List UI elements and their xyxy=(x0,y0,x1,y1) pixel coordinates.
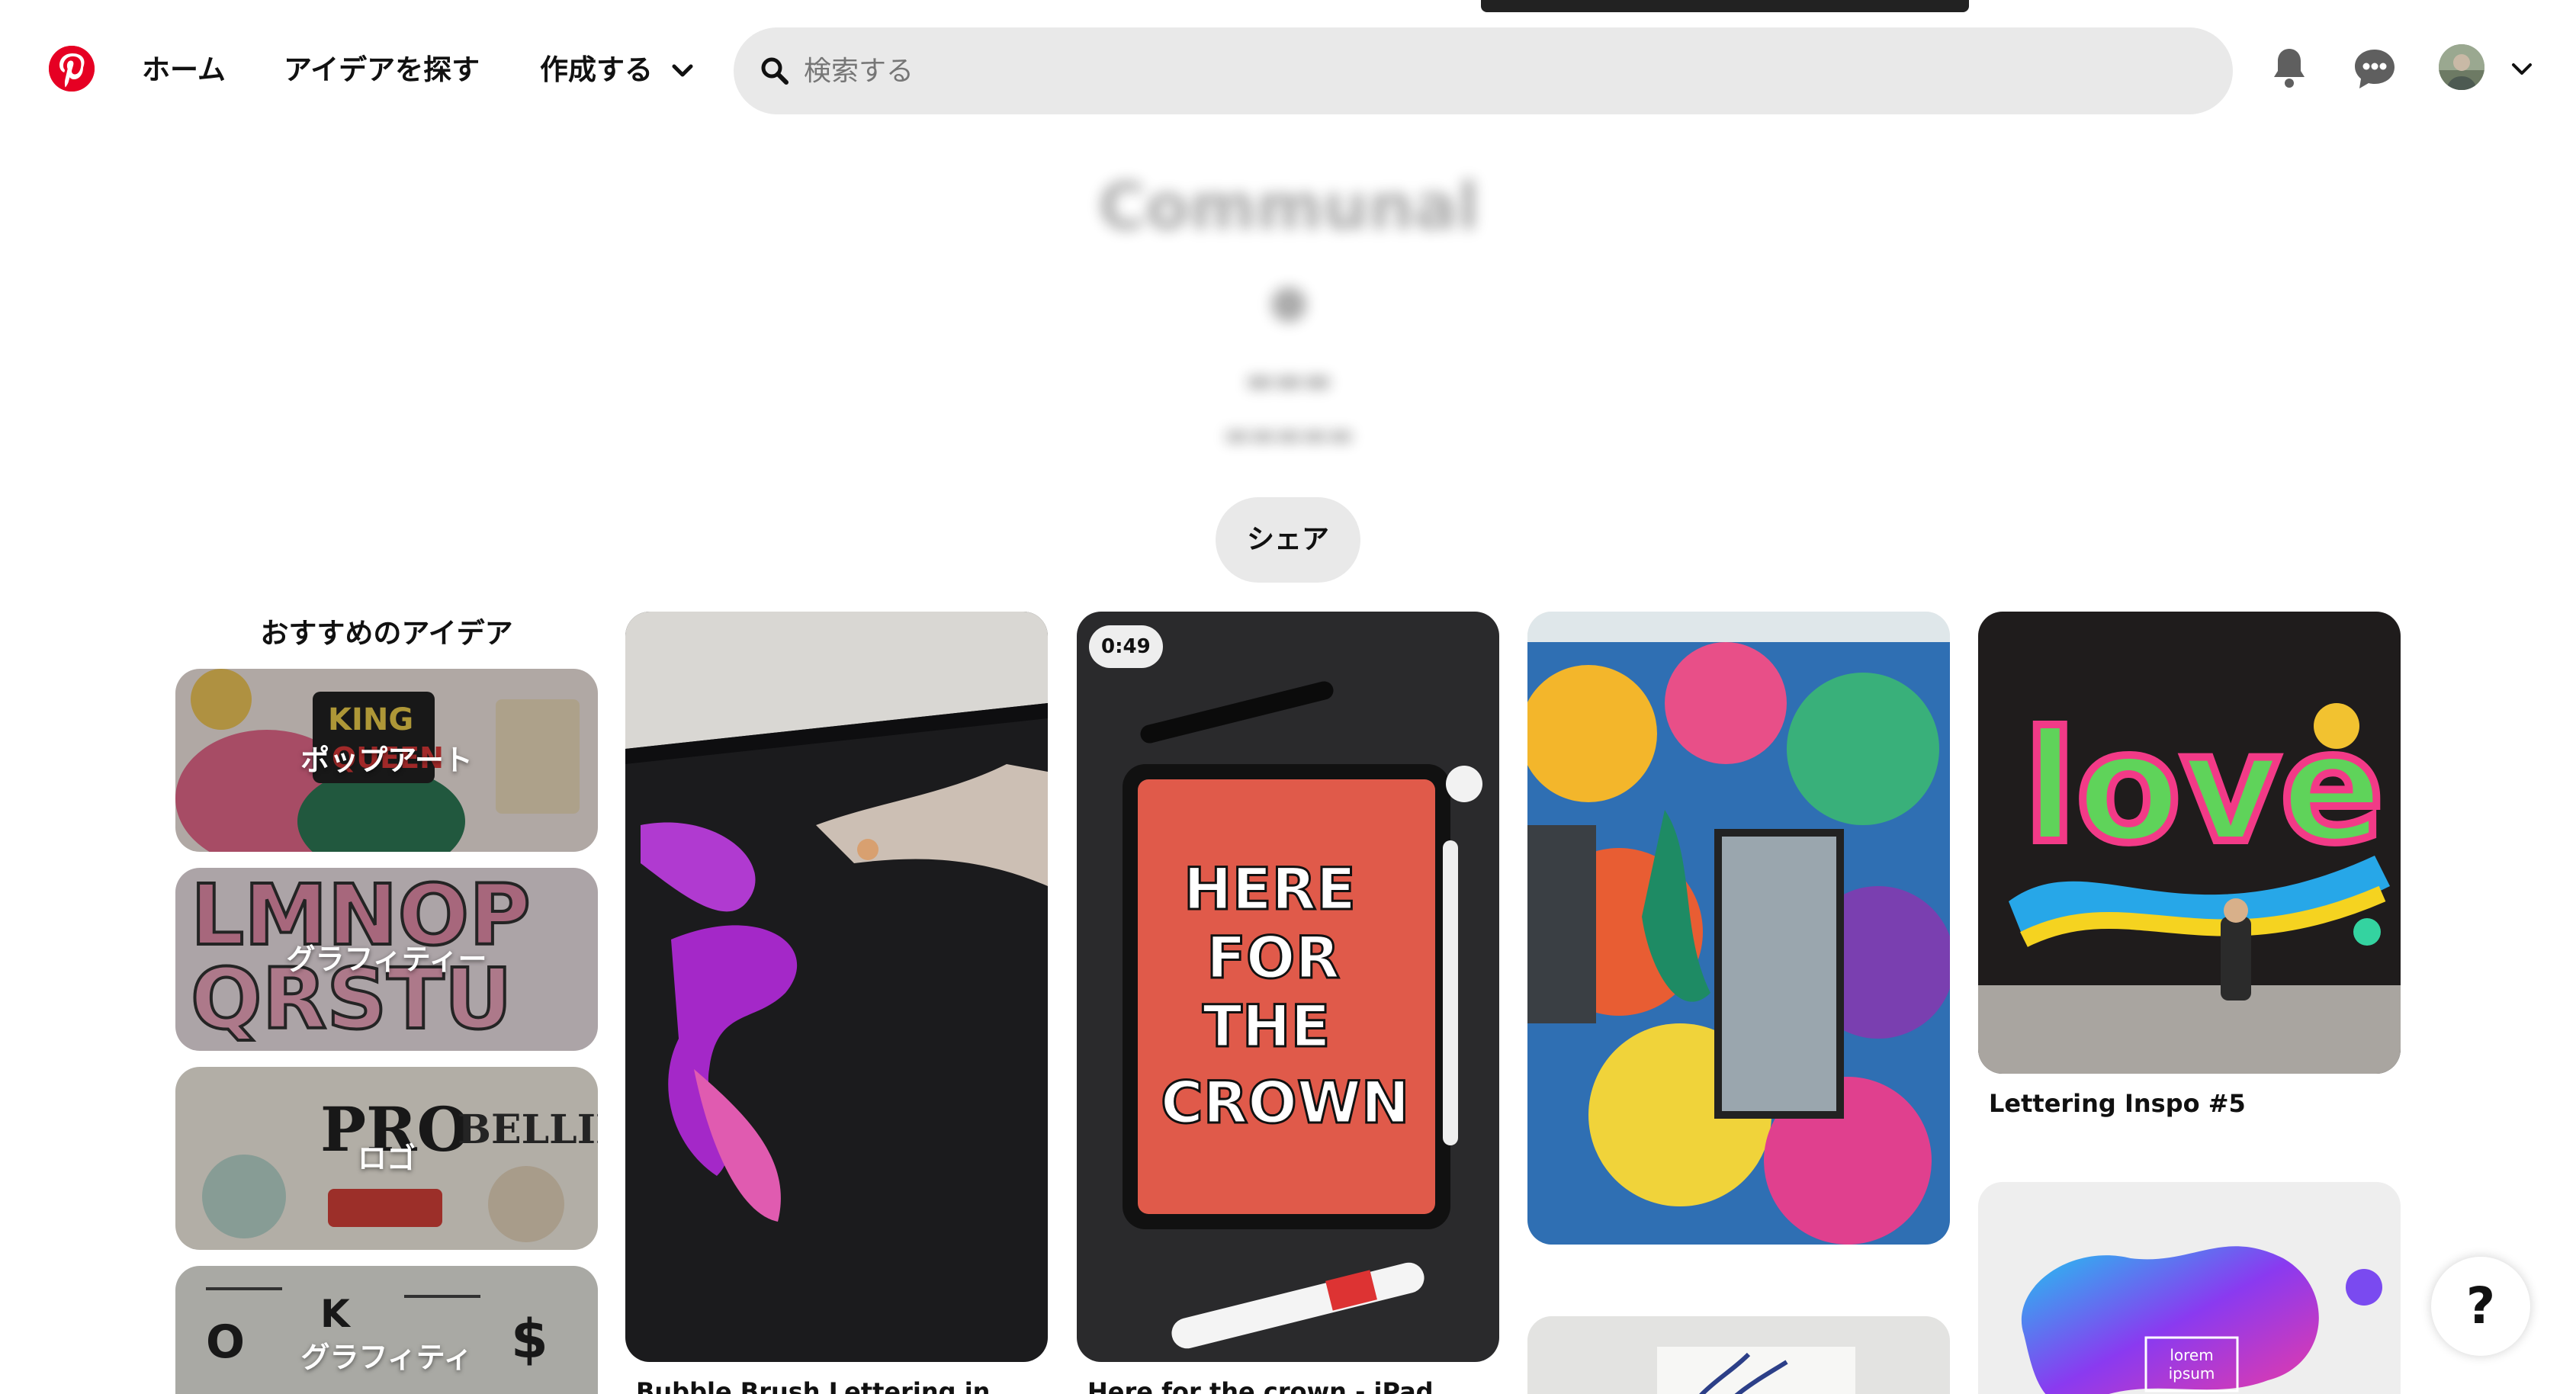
pin-bubble-brush-lettering[interactable] xyxy=(625,612,1048,1362)
pin-lettering-inspo[interactable]: love xyxy=(1978,612,2401,1074)
pin-image xyxy=(1527,1316,1950,1394)
search-bar[interactable] xyxy=(734,27,2233,114)
avatar[interactable] xyxy=(2439,44,2484,90)
lorem-text: lorem xyxy=(2170,1346,2213,1364)
share-button[interactable]: シェア xyxy=(1216,497,1360,583)
pin-image: HERE FOR THE CROWN xyxy=(1077,612,1499,1362)
pin-image xyxy=(1527,612,1950,1245)
svg-text:FOR: FOR xyxy=(1206,923,1340,991)
search-input[interactable] xyxy=(804,43,2192,99)
pin-title[interactable]: Lettering Inspo #5 xyxy=(1989,1089,2246,1118)
nav-explore[interactable]: アイデアを探す xyxy=(284,47,480,93)
search-icon xyxy=(761,57,789,85)
video-duration-badge: 0:49 xyxy=(1089,625,1163,668)
help-button[interactable]: ? xyxy=(2431,1257,2530,1356)
board-meta: ▬▬▬ xyxy=(1245,363,1332,398)
pin-here-for-the-crown[interactable]: HERE FOR THE CROWN xyxy=(1077,612,1499,1362)
ipsum-text: ipsum xyxy=(2169,1364,2215,1383)
idea-label: ポップアート xyxy=(300,744,473,777)
pin-mural-wall[interactable] xyxy=(1527,612,1950,1245)
svg-text:HERE: HERE xyxy=(1184,855,1356,923)
pin-title[interactable]: Bubble Brush Lettering in xyxy=(636,1377,990,1394)
pin-image: lorem ipsum xyxy=(1978,1182,2401,1394)
idea-label: グラフィティー xyxy=(286,943,487,976)
idea-card-graffiti-2[interactable]: O K $ グラフィティ xyxy=(175,1266,598,1394)
pin-image xyxy=(625,612,1048,1362)
pin-title[interactable]: Here for the crown - iPad xyxy=(1087,1377,1434,1394)
board-avatar: ● xyxy=(1268,275,1309,328)
idea-card-pop-art[interactable]: KING QUEEN ポップアート xyxy=(175,669,598,852)
nav-home[interactable]: ホーム xyxy=(142,47,226,93)
idea-card-graffiti-1[interactable]: LMNOP QRSTU グラフィティー xyxy=(175,868,598,1051)
chat-icon[interactable] xyxy=(2349,43,2401,95)
pinterest-logo[interactable] xyxy=(49,46,95,92)
top-navigation-bar: ホーム アイデアを探す 作成する xyxy=(0,0,2576,137)
system-tooltip-strip xyxy=(1481,0,1969,12)
chevron-down-icon[interactable] xyxy=(670,58,695,84)
chevron-down-icon[interactable] xyxy=(2509,56,2535,82)
pin-fluid-gradient[interactable]: lorem ipsum xyxy=(1978,1182,2401,1394)
board-subtitle: ▬▬▬▬▬ xyxy=(1223,419,1354,451)
idea-card-logo[interactable]: PRO BELLINI ロゴ xyxy=(175,1067,598,1250)
svg-text:CROWN: CROWN xyxy=(1161,1068,1409,1136)
svg-text:THE: THE xyxy=(1203,992,1330,1060)
pin-image: love xyxy=(1978,612,2401,1074)
board-title: Communal xyxy=(1098,169,1479,244)
idea-label: グラフィティ xyxy=(300,1341,473,1374)
pin-line-art[interactable] xyxy=(1527,1316,1950,1394)
idea-label: ロゴ xyxy=(357,1142,416,1175)
recommendations-heading: おすすめのアイデア xyxy=(260,617,513,650)
nav-create[interactable]: 作成する xyxy=(540,47,653,93)
bell-icon[interactable] xyxy=(2263,43,2315,95)
